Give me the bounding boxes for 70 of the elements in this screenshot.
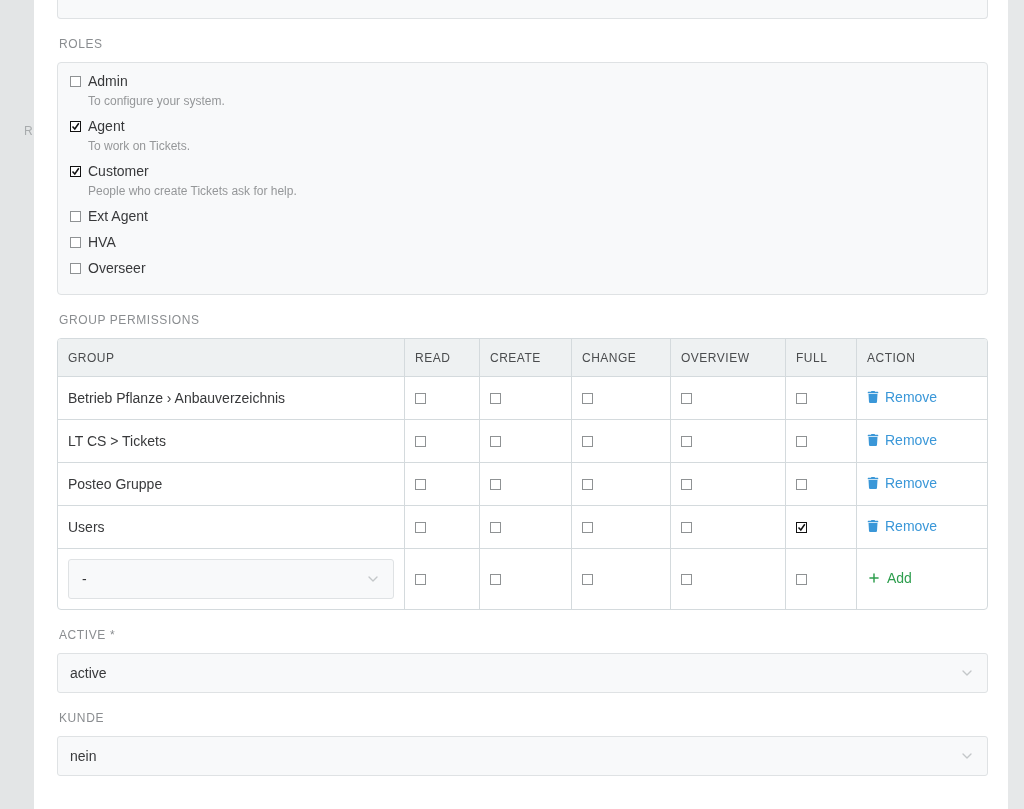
checkbox[interactable]	[490, 573, 501, 585]
checkbox[interactable]	[582, 521, 593, 533]
checkbox[interactable]	[796, 521, 807, 533]
checkbox[interactable]	[490, 521, 501, 533]
checkbox[interactable]	[490, 435, 501, 447]
column-header: FULL	[785, 339, 856, 377]
add-link[interactable]: Add	[867, 570, 912, 586]
roles-label: ROLES	[59, 37, 104, 51]
column-header: ACTION	[856, 339, 987, 377]
checkbox[interactable]	[415, 435, 426, 447]
checkbox[interactable]	[681, 392, 692, 404]
checkbox[interactable]	[582, 573, 593, 585]
role-name: Agent	[88, 118, 125, 134]
checkbox[interactable]	[582, 392, 593, 404]
table-cell: Users	[58, 506, 404, 549]
checkbox[interactable]	[490, 392, 501, 404]
role-name: HVA	[88, 234, 116, 250]
checkbox[interactable]	[796, 435, 807, 447]
checkbox[interactable]	[70, 120, 81, 132]
group-select[interactable]: -	[68, 559, 394, 599]
checkbox[interactable]	[681, 478, 692, 490]
checkbox[interactable]	[70, 75, 81, 87]
checkbox[interactable]	[490, 478, 501, 490]
role-description: People who create Tickets ask for help.	[88, 184, 298, 198]
checkbox[interactable]	[415, 521, 426, 533]
checkbox[interactable]	[70, 165, 81, 177]
role-name: Admin	[88, 73, 128, 89]
trash-icon	[867, 520, 879, 532]
column-header: OVERVIEW	[670, 339, 785, 377]
remove-link[interactable]: Remove	[867, 432, 938, 448]
remove-link[interactable]: Remove	[867, 389, 938, 405]
role-name: Ext Agent	[88, 208, 148, 224]
field-label: ACTIVE *	[59, 628, 117, 642]
section-label: R	[24, 124, 34, 138]
remove-link[interactable]: Remove	[867, 475, 938, 491]
column-header: CHANGE	[571, 339, 670, 377]
trash-icon	[867, 434, 879, 446]
checkbox[interactable]	[582, 478, 593, 490]
role-name: Overseer	[88, 260, 146, 276]
table-cell: Posteo Gruppe	[58, 463, 404, 506]
checkbox[interactable]	[582, 435, 593, 447]
checkbox[interactable]	[415, 478, 426, 490]
trash-icon	[867, 391, 879, 403]
checkbox[interactable]	[70, 262, 81, 274]
table-cell: Betrieb Pflanze › Anbauverzeichnis	[58, 377, 404, 420]
column-header: GROUP	[58, 339, 404, 377]
checkbox[interactable]	[415, 573, 426, 585]
role-description: To configure your system.	[88, 94, 226, 108]
checkbox[interactable]	[681, 573, 692, 585]
field-label: KUNDE	[59, 711, 105, 725]
table-cell: LT CS > Tickets	[58, 420, 404, 463]
role-description: To work on Tickets.	[88, 139, 192, 153]
checkbox[interactable]	[415, 392, 426, 404]
checkbox[interactable]	[796, 573, 807, 585]
text-field[interactable]	[57, 0, 988, 19]
checkbox[interactable]	[796, 392, 807, 404]
remove-link[interactable]: Remove	[867, 518, 938, 534]
select-field[interactable]: nein	[57, 736, 988, 776]
checkbox[interactable]	[70, 210, 81, 222]
checkbox[interactable]	[681, 435, 692, 447]
checkbox[interactable]	[796, 478, 807, 490]
checkbox[interactable]	[681, 521, 692, 533]
column-header: CREATE	[479, 339, 571, 377]
plus-icon	[867, 571, 881, 585]
trash-icon	[867, 477, 879, 489]
group-permissions-label: GROUP PERMISSIONS	[59, 313, 201, 327]
role-name: Customer	[88, 163, 149, 179]
select-field[interactable]: active	[57, 653, 988, 693]
column-header: READ	[404, 339, 479, 377]
checkbox[interactable]	[70, 236, 81, 248]
